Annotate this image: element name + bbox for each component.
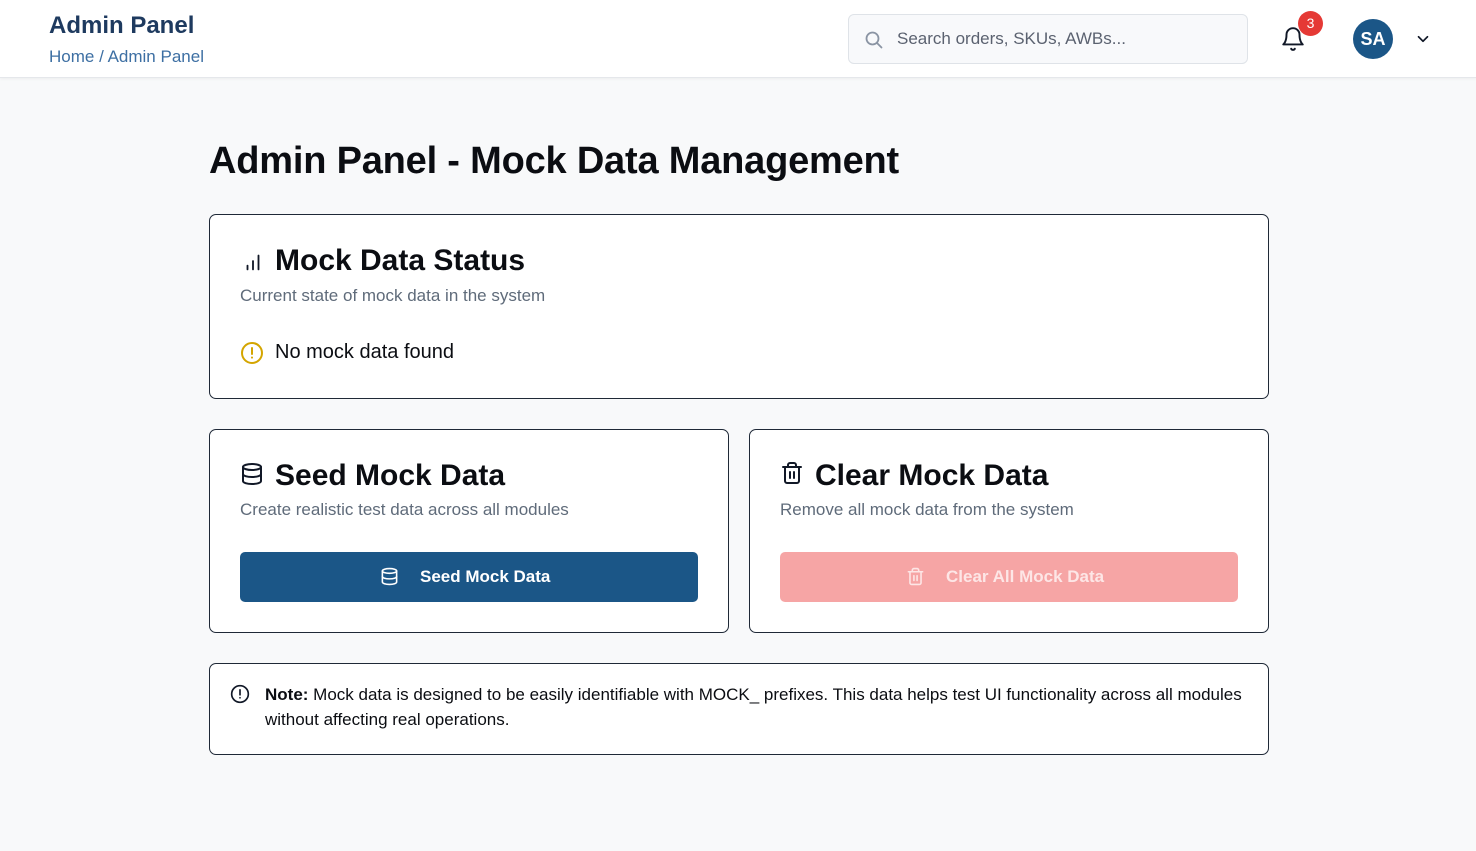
note-alert: Note: Mock data is designed to be easily… <box>209 663 1269 755</box>
trash-icon <box>780 461 804 490</box>
breadcrumb[interactable]: Home / Admin Panel <box>49 47 204 67</box>
mock-data-status-card: Mock Data Status Current state of mock d… <box>209 214 1269 399</box>
search-box[interactable] <box>848 14 1248 64</box>
clear-mock-data-card: Clear Mock Data Remove all mock data fro… <box>749 429 1269 633</box>
chevron-down-icon[interactable] <box>1414 30 1432 53</box>
card-title: Mock Data Status <box>275 244 526 277</box>
clear-all-mock-data-button[interactable]: Clear All Mock Data <box>780 552 1238 602</box>
button-label: Clear All Mock Data <box>946 567 1105 586</box>
bar-chart-icon <box>242 251 264 278</box>
card-subtitle: Current state of mock data in the system <box>240 286 546 305</box>
database-icon <box>240 462 264 491</box>
card-title: Seed Mock Data <box>275 459 506 492</box>
page-title: Admin Panel - Mock Data Management <box>209 140 900 182</box>
button-label: Seed Mock Data <box>420 567 551 586</box>
info-icon <box>230 684 250 709</box>
card-subtitle: Create realistic test data across all mo… <box>240 500 569 519</box>
top-header: Admin Panel Home / Admin Panel 3 SA <box>0 0 1476 78</box>
warning-icon <box>240 341 264 370</box>
user-avatar[interactable]: SA <box>1353 19 1393 59</box>
database-icon <box>380 567 399 591</box>
app-title: Admin Panel <box>49 12 195 39</box>
notification-count-badge: 3 <box>1298 11 1323 36</box>
seed-mock-data-button[interactable]: Seed Mock Data <box>240 552 698 602</box>
status-message: No mock data found <box>275 341 454 363</box>
trash-icon <box>906 567 925 591</box>
seed-mock-data-card: Seed Mock Data Create realistic test dat… <box>209 429 729 633</box>
note-text: Note: Mock data is designed to be easily… <box>265 682 1255 732</box>
search-input[interactable] <box>897 15 1237 63</box>
note-label: Note: <box>265 685 309 704</box>
search-icon <box>864 30 884 55</box>
card-subtitle: Remove all mock data from the system <box>780 500 1074 519</box>
card-title: Clear Mock Data <box>815 459 1049 492</box>
note-body: Mock data is designed to be easily ident… <box>265 685 1242 729</box>
